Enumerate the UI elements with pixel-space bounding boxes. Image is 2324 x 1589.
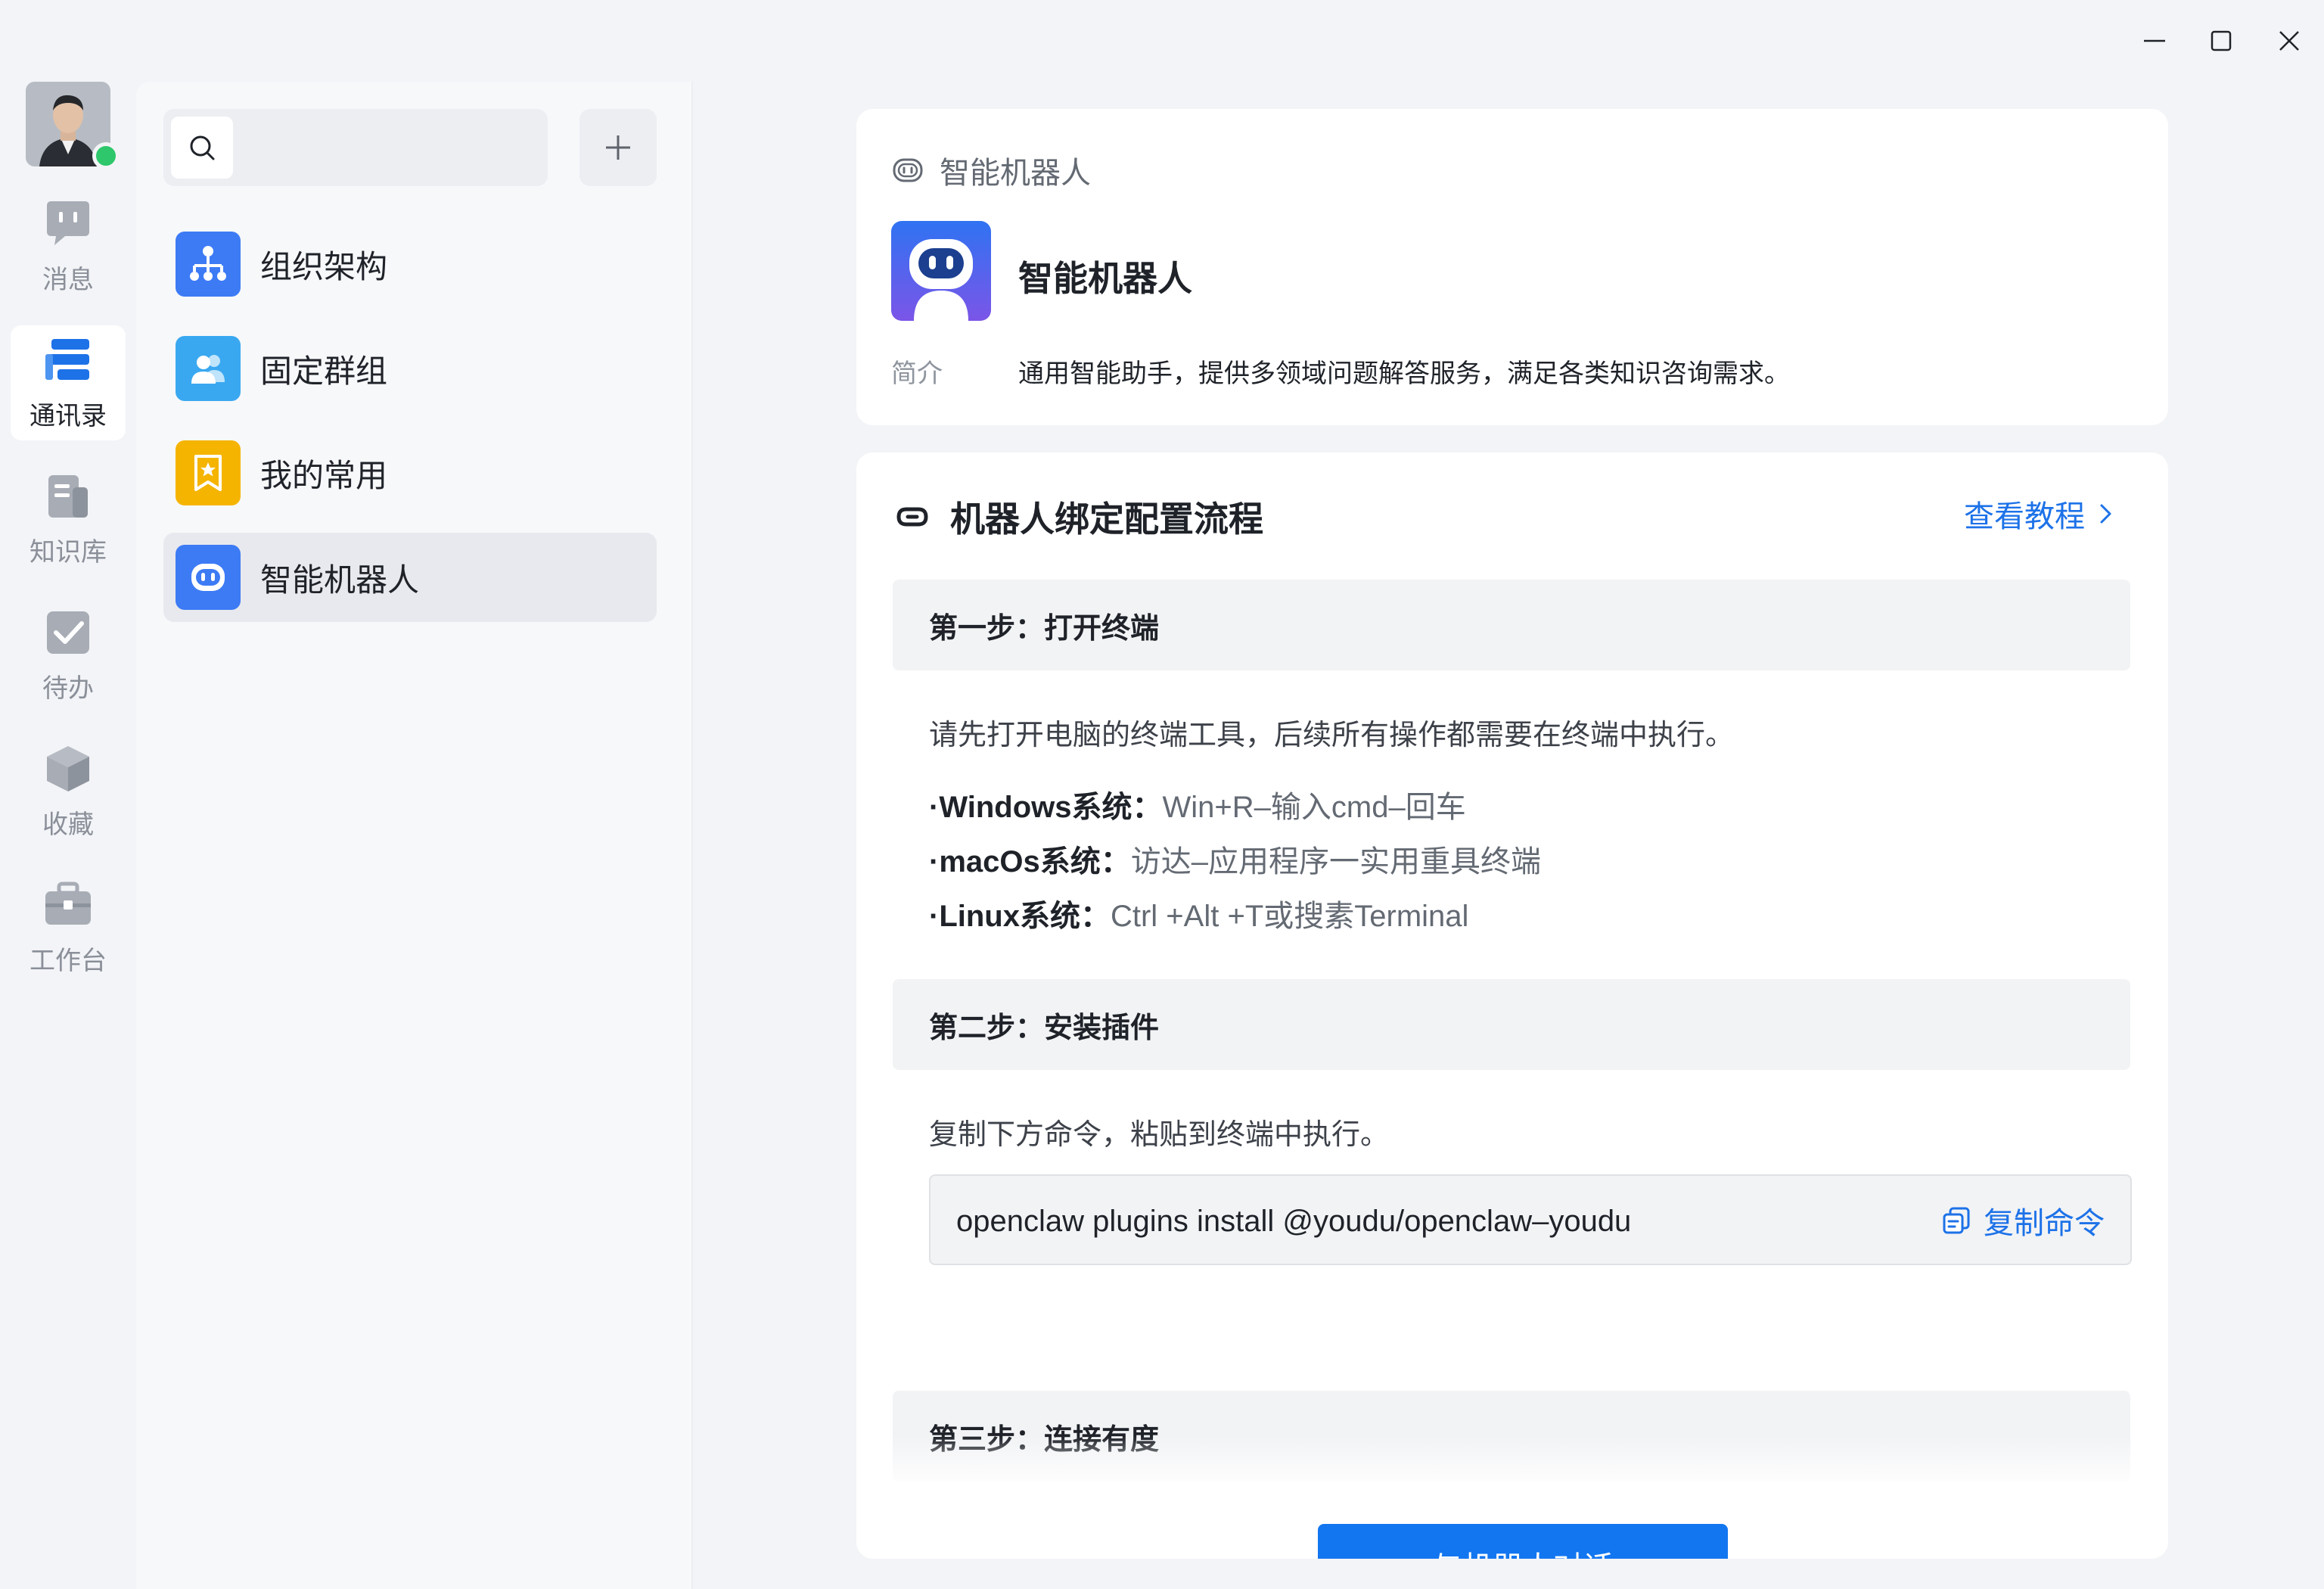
- contact-icon-bg: [176, 232, 241, 297]
- contact-label-org-structure: 组织架构: [260, 248, 388, 285]
- rail-item-contacts[interactable]: 通讯录: [11, 325, 126, 440]
- search-icon: [190, 135, 215, 160]
- bullet-windows: ·Windows系统：Win+R–输入cmd–回车: [929, 782, 1466, 826]
- contacts-panel: 组织架构 固定群组 我的常用 智能机器人: [136, 82, 693, 1589]
- step-one-header: 第一步：打开终端: [893, 580, 2130, 670]
- bookmark-star-icon: [194, 455, 222, 491]
- contact-item-smart-robot[interactable]: 智能机器人: [163, 533, 657, 622]
- contact-icon-bg: [176, 545, 241, 610]
- rail-item-knowledge-base[interactable]: 知识库: [11, 462, 126, 577]
- bullet-macos: ·macOs系统：访达–应用程序一实用重具终端: [929, 837, 1541, 881]
- rail-item-todo[interactable]: 待办: [11, 598, 126, 713]
- breadcrumb-label: 智能机器人: [940, 157, 1091, 190]
- command-text[interactable]: openclaw plugins install @youdu/openclaw…: [956, 1205, 1631, 1239]
- contacts-icon: [45, 338, 89, 380]
- maximize-icon: [2211, 30, 2232, 51]
- message-icon: [47, 201, 89, 245]
- detail-pane: 智能机器人 智能机器人 简介 通用智能助手，提供多领域问题解答服务，满足各类知识…: [693, 82, 2324, 1589]
- setup-flow-card: 机器人绑定配置流程 查看教程 第一步：打开终端 请先打开电脑的终端工具，后续所有…: [856, 452, 2168, 1559]
- link-chain-icon: [896, 507, 928, 527]
- step-two-header: 第二步：安装插件: [893, 979, 2130, 1070]
- contact-item-fixed-groups[interactable]: 固定群组: [163, 324, 657, 413]
- step-two-desc: 复制下方命令，粘贴到终端中执行。: [929, 1119, 1390, 1151]
- bullet-os: ·Linux系统：: [929, 900, 1111, 933]
- search-box[interactable]: [163, 109, 548, 186]
- bullet-linux: ·Linux系统：Ctrl +Alt +T或搜素Terminal: [929, 891, 1468, 935]
- workbench-briefcase-icon: [45, 882, 91, 925]
- rail-item-workbench[interactable]: 工作台: [11, 870, 126, 985]
- online-status-dot: [92, 142, 120, 169]
- search-input[interactable]: [242, 109, 537, 186]
- favorites-box-icon: [47, 745, 89, 791]
- copy-command-label: 复制命令: [1984, 1207, 2105, 1240]
- step-one-title: 第一步：打开终端: [929, 612, 1160, 645]
- rail-label-todo: 待办: [42, 673, 94, 703]
- intro-label: 简介: [891, 359, 943, 388]
- bullet-how: 访达–应用程序一实用重具终端: [1130, 845, 1541, 878]
- rail-item-favorites[interactable]: 收藏: [11, 734, 126, 849]
- minimize-icon: [2144, 39, 2165, 42]
- bullet-os: ·macOs系统：: [929, 845, 1131, 878]
- chevron-right-icon: [2100, 504, 2111, 524]
- contact-label-my-frequent: 我的常用: [260, 457, 388, 493]
- minimize-button[interactable]: [2132, 18, 2177, 64]
- bullet-how: Win+R–输入cmd–回车: [1162, 791, 1466, 824]
- rail-label-favorites: 收藏: [42, 810, 94, 839]
- contact-item-org-structure[interactable]: 组织架构: [163, 219, 657, 309]
- close-button[interactable]: [2267, 18, 2312, 64]
- tutorial-label: 查看教程: [1964, 500, 2085, 533]
- rail-item-messages[interactable]: 消息: [11, 189, 126, 304]
- nav-rail: 消息 通讯录 知识库 待办 收藏 工作台: [0, 82, 136, 1589]
- knowledge-base-icon: [48, 474, 88, 518]
- step-two-title: 第二步：安装插件: [929, 1012, 1160, 1044]
- step-one-desc: 请先打开电脑的终端工具，后续所有操作都需要在终端中执行。: [929, 720, 1735, 751]
- copy-command-button[interactable]: 复制命令: [1940, 1199, 2105, 1242]
- title-bar: [0, 0, 2324, 82]
- scroll-fade: [856, 1436, 2168, 1489]
- view-tutorial-link[interactable]: 查看教程: [1964, 492, 2118, 536]
- robot-outline-icon: [893, 158, 923, 182]
- search-icon-box: [171, 117, 233, 179]
- contact-icon-bg: [176, 336, 241, 401]
- rail-label-messages: 消息: [42, 265, 94, 294]
- todo-check-icon: [47, 611, 89, 654]
- bullet-how: Ctrl +Alt +T或搜素Terminal: [1110, 900, 1469, 933]
- contact-label-smart-robot: 智能机器人: [260, 561, 420, 598]
- intro-text: 通用智能助手，提供多领域问题解答服务，满足各类知识咨询需求。: [1018, 359, 1790, 388]
- rail-label-contacts: 通讯录: [30, 401, 107, 431]
- contact-icon-bg: [176, 440, 241, 505]
- chat-button-label: 与机器人对话: [1432, 1543, 1614, 1559]
- robot-icon: [191, 564, 225, 591]
- rail-label-knowledge-base: 知识库: [30, 537, 107, 567]
- setup-title: 机器人绑定配置流程: [950, 499, 1263, 539]
- group-icon: [191, 355, 225, 384]
- breadcrumb: 智能机器人: [891, 148, 1091, 192]
- robot-info-card: 智能机器人 智能机器人 简介 通用智能助手，提供多领域问题解答服务，满足各类知识…: [856, 109, 2168, 425]
- copy-icon: [1943, 1207, 1970, 1234]
- setup-header: 机器人绑定配置流程: [891, 492, 1263, 542]
- contact-label-fixed-groups: 固定群组: [260, 353, 388, 389]
- bullet-os: ·Windows系统：: [929, 791, 1163, 824]
- plus-icon: [606, 135, 630, 160]
- chat-with-robot-button[interactable]: 与机器人对话: [1318, 1524, 1728, 1559]
- command-box: openclaw plugins install @youdu/openclaw…: [929, 1174, 2132, 1265]
- maximize-button[interactable]: [2198, 18, 2244, 64]
- add-button[interactable]: [579, 109, 657, 186]
- org-chart-icon: [190, 246, 226, 281]
- robot-name: 智能机器人: [1018, 259, 1192, 298]
- robot-avatar: [891, 221, 991, 321]
- close-icon: [2279, 31, 2299, 51]
- rail-label-workbench: 工作台: [30, 946, 107, 975]
- contact-item-my-frequent[interactable]: 我的常用: [163, 428, 657, 518]
